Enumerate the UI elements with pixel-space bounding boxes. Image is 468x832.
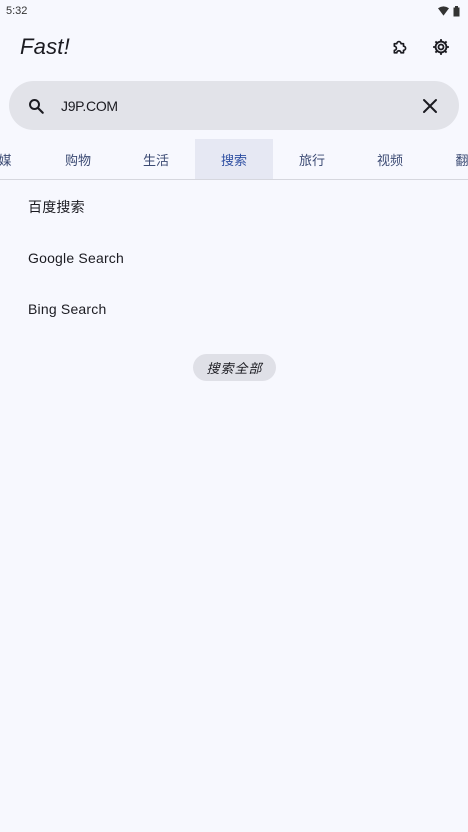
tab-video[interactable]: 视频: [351, 139, 429, 179]
engine-item-bing[interactable]: Bing Search: [0, 283, 468, 334]
status-time: 5:32: [6, 5, 28, 17]
gear-icon: [433, 39, 449, 55]
tab-translate[interactable]: 翻: [423, 139, 468, 179]
settings-button[interactable]: [428, 34, 454, 60]
battery-icon: [453, 5, 460, 16]
app-bar: Fast!: [0, 22, 468, 72]
tab-travel[interactable]: 旅行: [273, 139, 351, 179]
extensions-button[interactable]: [388, 34, 414, 60]
engine-item-google[interactable]: Google Search: [0, 232, 468, 283]
app-title: Fast!: [20, 34, 70, 59]
tab-shopping[interactable]: 购物: [39, 139, 117, 179]
close-icon: [423, 98, 437, 113]
search-input[interactable]: [61, 97, 417, 114]
wifi-icon: [438, 6, 449, 16]
category-tabs: 媒 购物 生活 搜索 旅行 视频 翻: [0, 139, 468, 180]
search-icon: [29, 98, 44, 114]
tab-life[interactable]: 生活: [117, 139, 195, 179]
app-actions: [388, 34, 454, 60]
puzzle-icon: [393, 40, 407, 54]
clear-search-button[interactable]: [417, 93, 443, 119]
engine-item-baidu[interactable]: 百度搜索: [0, 181, 468, 232]
tab-search[interactable]: 搜索: [195, 139, 273, 179]
status-bar: 5:32: [0, 0, 468, 22]
search-all-button[interactable]: 搜索全部: [193, 354, 276, 381]
search-bar: [9, 81, 459, 130]
tab-media[interactable]: 媒: [0, 139, 44, 179]
search-engine-list: 百度搜索 Google Search Bing Search: [0, 181, 468, 334]
status-icons: [438, 5, 460, 17]
